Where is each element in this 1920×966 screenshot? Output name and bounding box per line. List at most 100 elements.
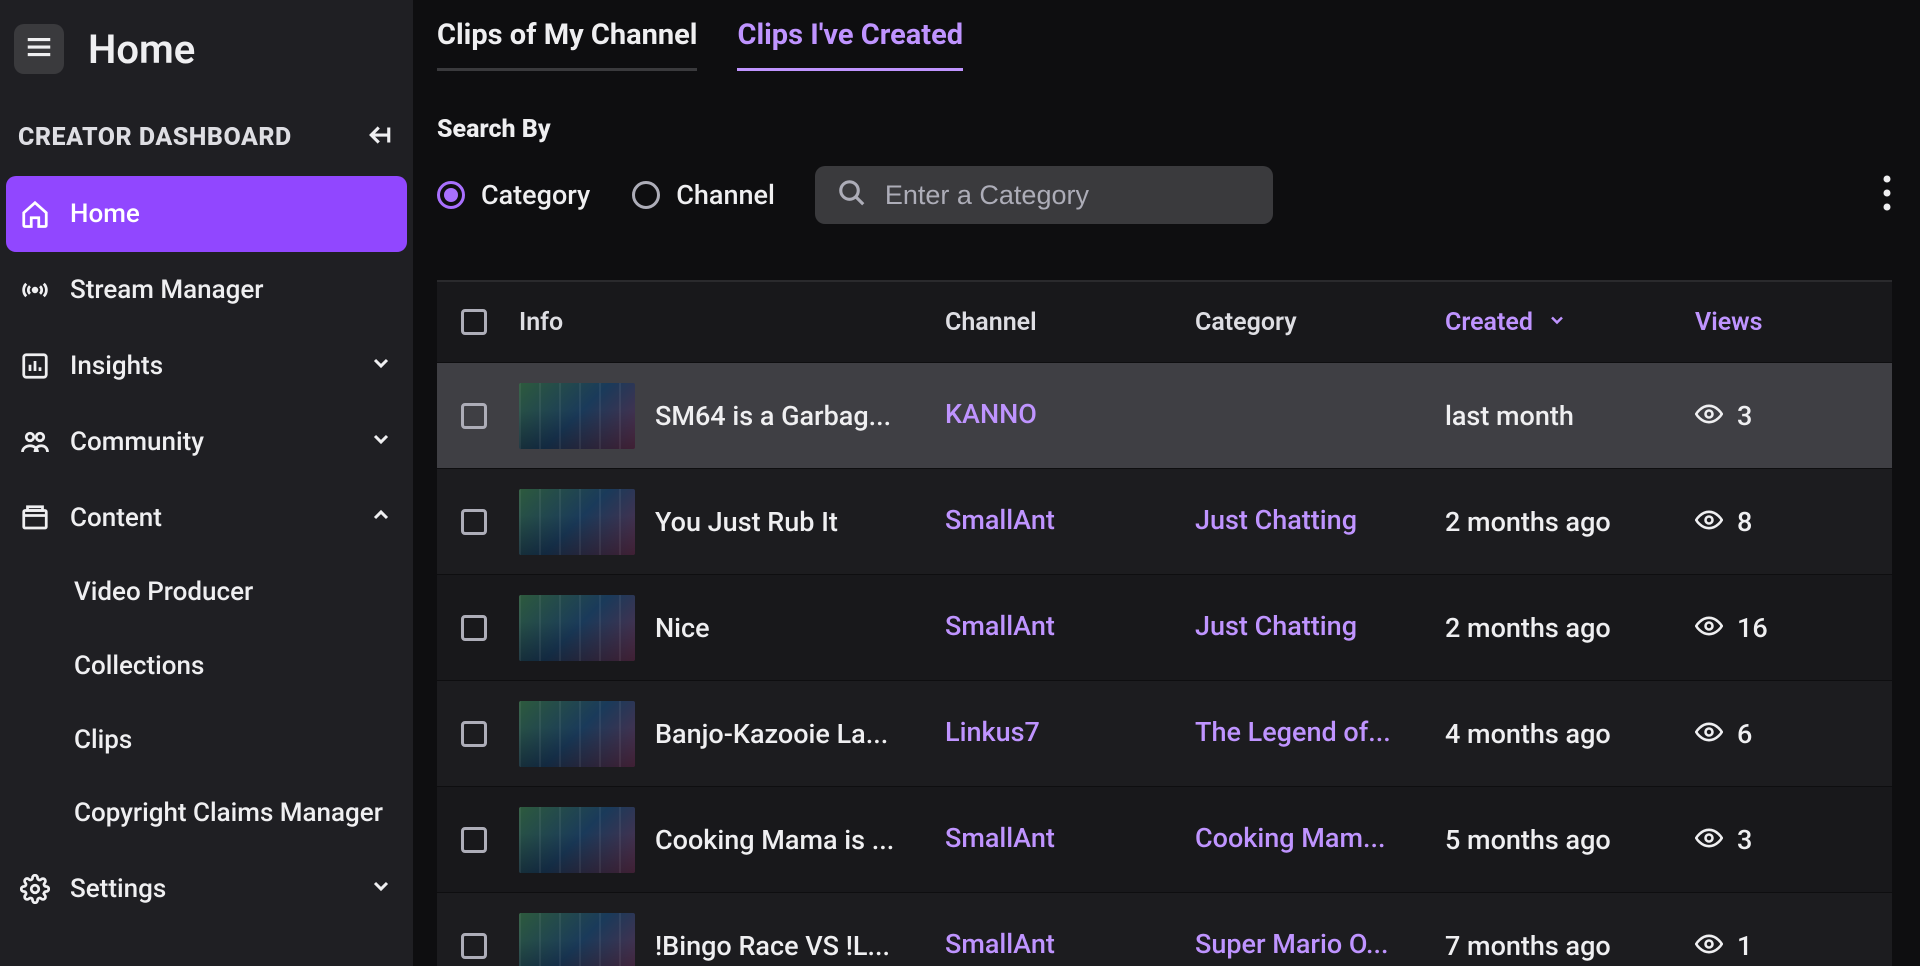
chevron-up-icon [369, 503, 393, 534]
category-link[interactable]: Cooking Mam... [1195, 822, 1385, 854]
channel-link[interactable]: SmallAnt [945, 504, 1055, 536]
search-icon [837, 178, 867, 212]
created-text: 5 months ago [1445, 824, 1611, 856]
th-info: Info [519, 308, 945, 337]
chevron-down-icon [369, 427, 393, 458]
radio-channel[interactable]: Channel [632, 179, 775, 211]
clip-thumbnail[interactable] [519, 807, 635, 873]
category-link[interactable]: Super Mario O... [1195, 928, 1389, 960]
eye-icon [1695, 612, 1723, 644]
table-row[interactable]: You Just Rub ItSmallAntJust Chatting2 mo… [437, 468, 1892, 574]
main-content: Clips of My Channel Clips I've Created Se… [413, 0, 1920, 966]
clip-thumbnail[interactable] [519, 595, 635, 661]
content-icon [20, 503, 50, 533]
select-all-checkbox[interactable] [461, 309, 487, 335]
sidebar-item-label: Content [70, 503, 162, 533]
created-text: 2 months ago [1445, 506, 1611, 538]
clip-thumbnail[interactable] [519, 701, 635, 767]
views-count: 8 [1737, 506, 1752, 538]
eye-icon [1695, 718, 1723, 750]
insights-icon [20, 351, 50, 381]
stream-icon [20, 275, 50, 305]
dashboard-label-row: CREATOR DASHBOARD [0, 98, 413, 166]
row-checkbox[interactable] [461, 933, 487, 959]
clip-thumbnail[interactable] [519, 913, 635, 966]
search-by-label: Search By [437, 115, 1892, 144]
sidebar-subitem-clips[interactable]: Clips [0, 704, 413, 778]
table-row[interactable]: Banjo-Kazooie La... Linkus7 The Legend of.… [437, 680, 1892, 786]
views-count: 16 [1737, 612, 1768, 644]
clip-title: Nice [655, 612, 710, 644]
th-created[interactable]: Created [1445, 308, 1695, 337]
channel-link[interactable]: SmallAnt [945, 928, 1055, 960]
collapse-sidebar-icon[interactable] [365, 120, 395, 154]
row-checkbox[interactable] [461, 721, 487, 747]
views-count: 3 [1737, 400, 1752, 432]
hamburger-button[interactable] [14, 24, 64, 74]
table-body: SM64 is a Garbag...KANNOlast month3You J… [437, 362, 1892, 966]
clip-title: Cooking Mama is ... [655, 824, 894, 856]
views-count: 1 [1737, 930, 1752, 962]
row-checkbox[interactable] [461, 509, 487, 535]
sidebar-header: Home [0, 0, 413, 98]
search-input[interactable] [885, 180, 1251, 211]
community-icon [20, 427, 50, 457]
th-channel: Channel [945, 308, 1195, 337]
channel-link[interactable]: SmallAnt [945, 610, 1055, 642]
created-text: 7 months ago [1445, 930, 1611, 962]
clip-title: SM64 is a Garbag... [655, 400, 891, 432]
tabs: Clips of My Channel Clips I've Created [437, 0, 1892, 71]
clip-thumbnail[interactable] [519, 489, 635, 555]
more-options-button[interactable] [1882, 174, 1892, 216]
search-input-wrap[interactable] [815, 166, 1273, 224]
eye-icon [1695, 930, 1723, 962]
clip-title: Banjo-Kazooie La... [655, 718, 888, 750]
sidebar-item-community[interactable]: Community [0, 404, 413, 480]
sidebar-item-label: Settings [70, 874, 166, 904]
th-views-label: Views [1695, 308, 1763, 337]
table-row[interactable]: !Bingo Race VS !L...SmallAntSuper Mario … [437, 892, 1892, 966]
eye-icon [1695, 400, 1723, 432]
radio-category[interactable]: Category [437, 179, 590, 211]
sidebar-item-label: Community [70, 427, 204, 457]
sidebar-subitem-video-producer[interactable]: Video Producer [0, 556, 413, 630]
row-checkbox[interactable] [461, 615, 487, 641]
radio-icon [437, 181, 465, 209]
table-row[interactable]: SM64 is a Garbag...KANNOlast month3 [437, 362, 1892, 468]
tab-clips-of-my-channel[interactable]: Clips of My Channel [437, 18, 697, 71]
sidebar-subitem-collections[interactable]: Collections [0, 630, 413, 704]
sidebar-item-settings[interactable]: Settings [0, 851, 413, 927]
sidebar-subitem-copyright-claims-manager[interactable]: Copyright Claims Manager [0, 777, 413, 851]
tab-clips-i-ve-created[interactable]: Clips I've Created [737, 18, 963, 71]
table-row[interactable]: Nice SmallAnt Just Chatting 2 months ago 16 [437, 574, 1892, 680]
table-header: Info Channel Category Created Views [437, 282, 1892, 362]
search-section: Search By Category Channel [437, 115, 1892, 224]
radio-icon [632, 181, 660, 209]
sidebar-item-label: Home [70, 199, 140, 229]
channel-link[interactable]: SmallAnt [945, 822, 1055, 854]
created-text: 4 months ago [1445, 718, 1611, 750]
views-count: 6 [1737, 718, 1752, 750]
channel-link[interactable]: KANNO [945, 398, 1037, 430]
th-views[interactable]: Views [1695, 308, 1872, 337]
radio-label: Channel [676, 179, 775, 211]
hamburger-icon [24, 32, 54, 66]
created-text: 2 months ago [1445, 612, 1611, 644]
channel-link[interactable]: Linkus7 [945, 716, 1040, 748]
sidebar-item-stream-manager[interactable]: Stream Manager [0, 252, 413, 328]
table-row[interactable]: Cooking Mama is ... SmallAnt Cooking Mam..… [437, 786, 1892, 892]
eye-icon [1695, 506, 1723, 538]
chevron-down-icon [369, 351, 393, 382]
sidebar-item-insights[interactable]: Insights [0, 328, 413, 404]
clip-thumbnail[interactable] [519, 383, 635, 449]
row-checkbox[interactable] [461, 827, 487, 853]
category-link[interactable]: Just Chatting [1195, 610, 1357, 642]
category-link[interactable]: The Legend of... [1195, 716, 1391, 748]
clips-table: Info Channel Category Created Views SM64… [437, 280, 1892, 966]
dashboard-label: CREATOR DASHBOARD [18, 123, 292, 152]
sidebar-item-content[interactable]: Content [0, 480, 413, 556]
category-link[interactable]: Just Chatting [1195, 504, 1357, 536]
row-checkbox[interactable] [461, 403, 487, 429]
page-title: Home [88, 26, 195, 73]
sidebar-item-home[interactable]: Home [6, 176, 407, 252]
